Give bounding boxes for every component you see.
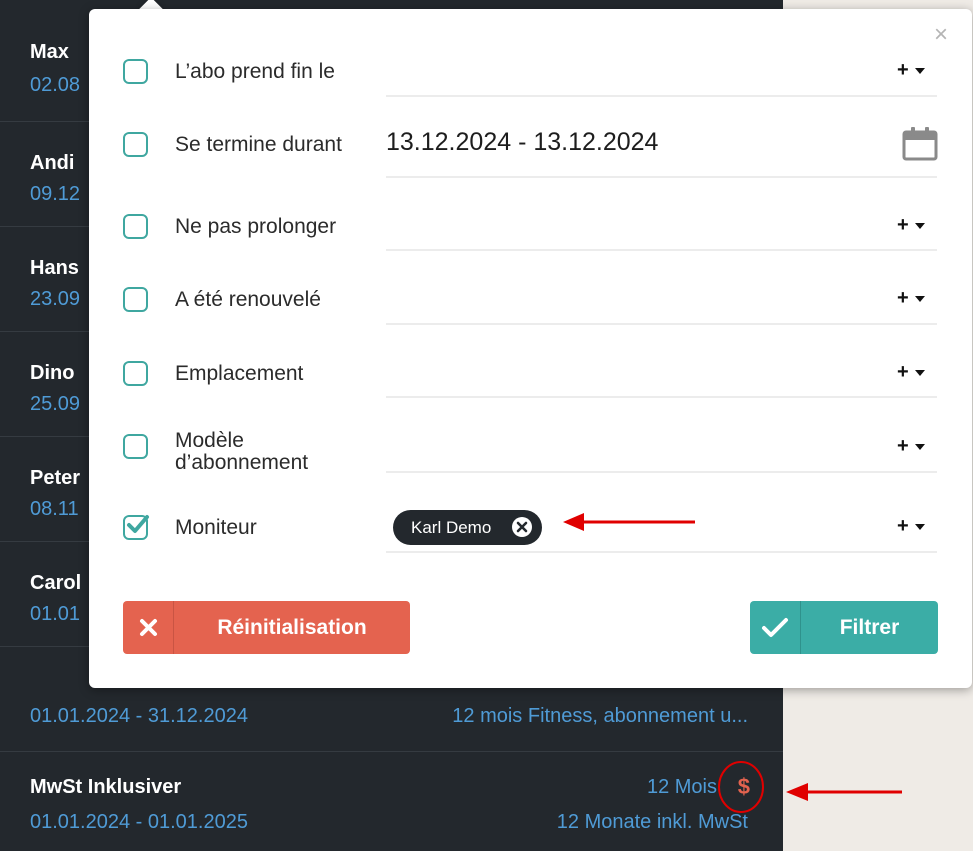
- app-root: Max 02.08 Andi 09.12 Hans 23.09 Dino 25.…: [0, 0, 973, 851]
- annotation-circle: [718, 761, 764, 813]
- annotation-arrow-chip: [563, 513, 695, 531]
- annotation-arrow-payment: [786, 783, 902, 801]
- annotation-overlay: [563, 513, 902, 813]
